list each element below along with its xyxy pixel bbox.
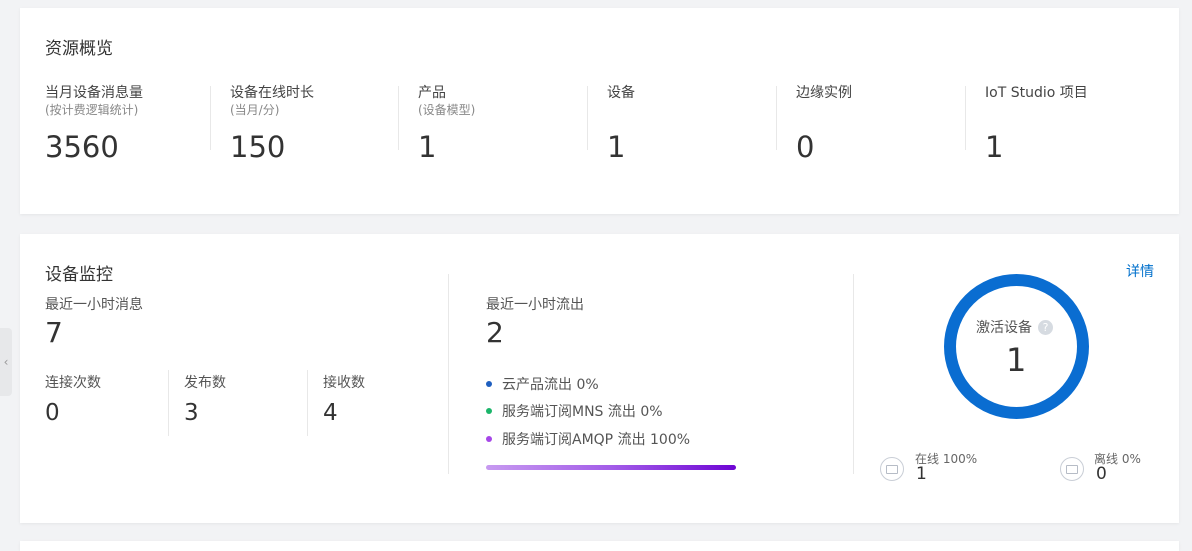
online-device-icon: [880, 457, 904, 481]
offline-device-icon: [1060, 457, 1084, 481]
chevron-left-icon: ‹: [3, 355, 9, 369]
stat-label: IoT Studio 项目: [985, 85, 1088, 101]
recent-messages-value: 7: [45, 316, 63, 349]
legend-mns: 服务端订阅MNS 流出 0%: [486, 401, 663, 421]
monitor-title: 设备监控: [45, 265, 113, 285]
stat-label: 边缘实例: [796, 85, 852, 101]
help-icon[interactable]: ?: [1038, 319, 1053, 335]
stat-label: 设备在线时长: [230, 85, 314, 101]
divider: [776, 86, 777, 150]
stat-iot-studio-projects[interactable]: IoT Studio 项目 1: [985, 84, 1155, 164]
divider: [168, 370, 169, 436]
section-divider: [853, 274, 854, 474]
divider: [210, 86, 211, 150]
next-card: [20, 541, 1179, 551]
divider: [965, 86, 966, 150]
activated-devices-value: 1: [1006, 341, 1027, 379]
stat-sub: (设备模型): [418, 103, 476, 117]
outflow-label: 最近一小时流出: [486, 297, 584, 313]
activated-label-text: 激活设备: [976, 320, 1032, 336]
legend-text: 服务端订阅AMQP 流出 100%: [502, 432, 691, 448]
publish-count-label: 发布数: [184, 375, 226, 391]
details-link[interactable]: 详情: [1126, 261, 1154, 281]
stat-edge-instances[interactable]: 边缘实例 0: [796, 84, 956, 164]
stat-value: 0: [796, 130, 815, 164]
online-value: 1: [916, 464, 927, 484]
stat-value: 1: [985, 130, 1004, 164]
stat-value: 150: [230, 130, 286, 164]
resource-overview-card: 资源概览 当月设备消息量 (按计费逻辑统计) 3560 设备在线时长 (当月/分…: [20, 8, 1179, 214]
outflow-value: 2: [486, 316, 504, 349]
stat-sub: (当月/分): [230, 103, 280, 117]
section-divider: [448, 274, 449, 474]
stat-monthly-messages[interactable]: 当月设备消息量 (按计费逻辑统计) 3560: [45, 84, 205, 164]
legend-dot: [486, 436, 492, 442]
stat-value: 1: [607, 130, 626, 164]
legend-text: 服务端订阅MNS 流出 0%: [502, 404, 663, 420]
receive-count-value: 4: [323, 400, 338, 426]
offline-value: 0: [1096, 464, 1107, 484]
legend-cloud-product: 云产品流出 0%: [486, 374, 599, 394]
divider: [398, 86, 399, 150]
receive-count-label: 接收数: [323, 375, 365, 391]
stat-value: 3560: [45, 130, 119, 164]
connect-count-label: 连接次数: [45, 375, 101, 391]
stat-sub: (按计费逻辑统计): [45, 103, 139, 117]
publish-count-value: 3: [184, 400, 199, 426]
divider: [587, 86, 588, 150]
device-monitor-card: 设备监控 详情 最近一小时消息 7 连接次数 0 发布数 3 接收数 4 最近一…: [20, 234, 1179, 523]
stat-label: 当月设备消息量: [45, 85, 143, 101]
stat-online-duration[interactable]: 设备在线时长 (当月/分) 150: [230, 84, 390, 164]
stat-label: 设备: [607, 85, 635, 101]
legend-dot: [486, 408, 492, 414]
legend-text: 云产品流出 0%: [502, 377, 599, 393]
legend-amqp: 服务端订阅AMQP 流出 100%: [486, 429, 690, 449]
stat-devices[interactable]: 设备 1: [607, 84, 767, 164]
connect-count-value: 0: [45, 400, 60, 426]
stat-products[interactable]: 产品 (设备模型) 1: [418, 84, 578, 164]
divider: [307, 370, 308, 436]
sidebar-collapse-tab[interactable]: ‹: [0, 328, 12, 396]
recent-messages-label: 最近一小时消息: [45, 297, 143, 313]
legend-dot: [486, 381, 492, 387]
stat-value: 1: [418, 130, 437, 164]
outflow-progress-bar: [486, 465, 736, 470]
stat-label: 产品: [418, 85, 446, 101]
activated-devices-label: 激活设备 ?: [976, 317, 1053, 337]
overview-title: 资源概览: [45, 39, 113, 59]
